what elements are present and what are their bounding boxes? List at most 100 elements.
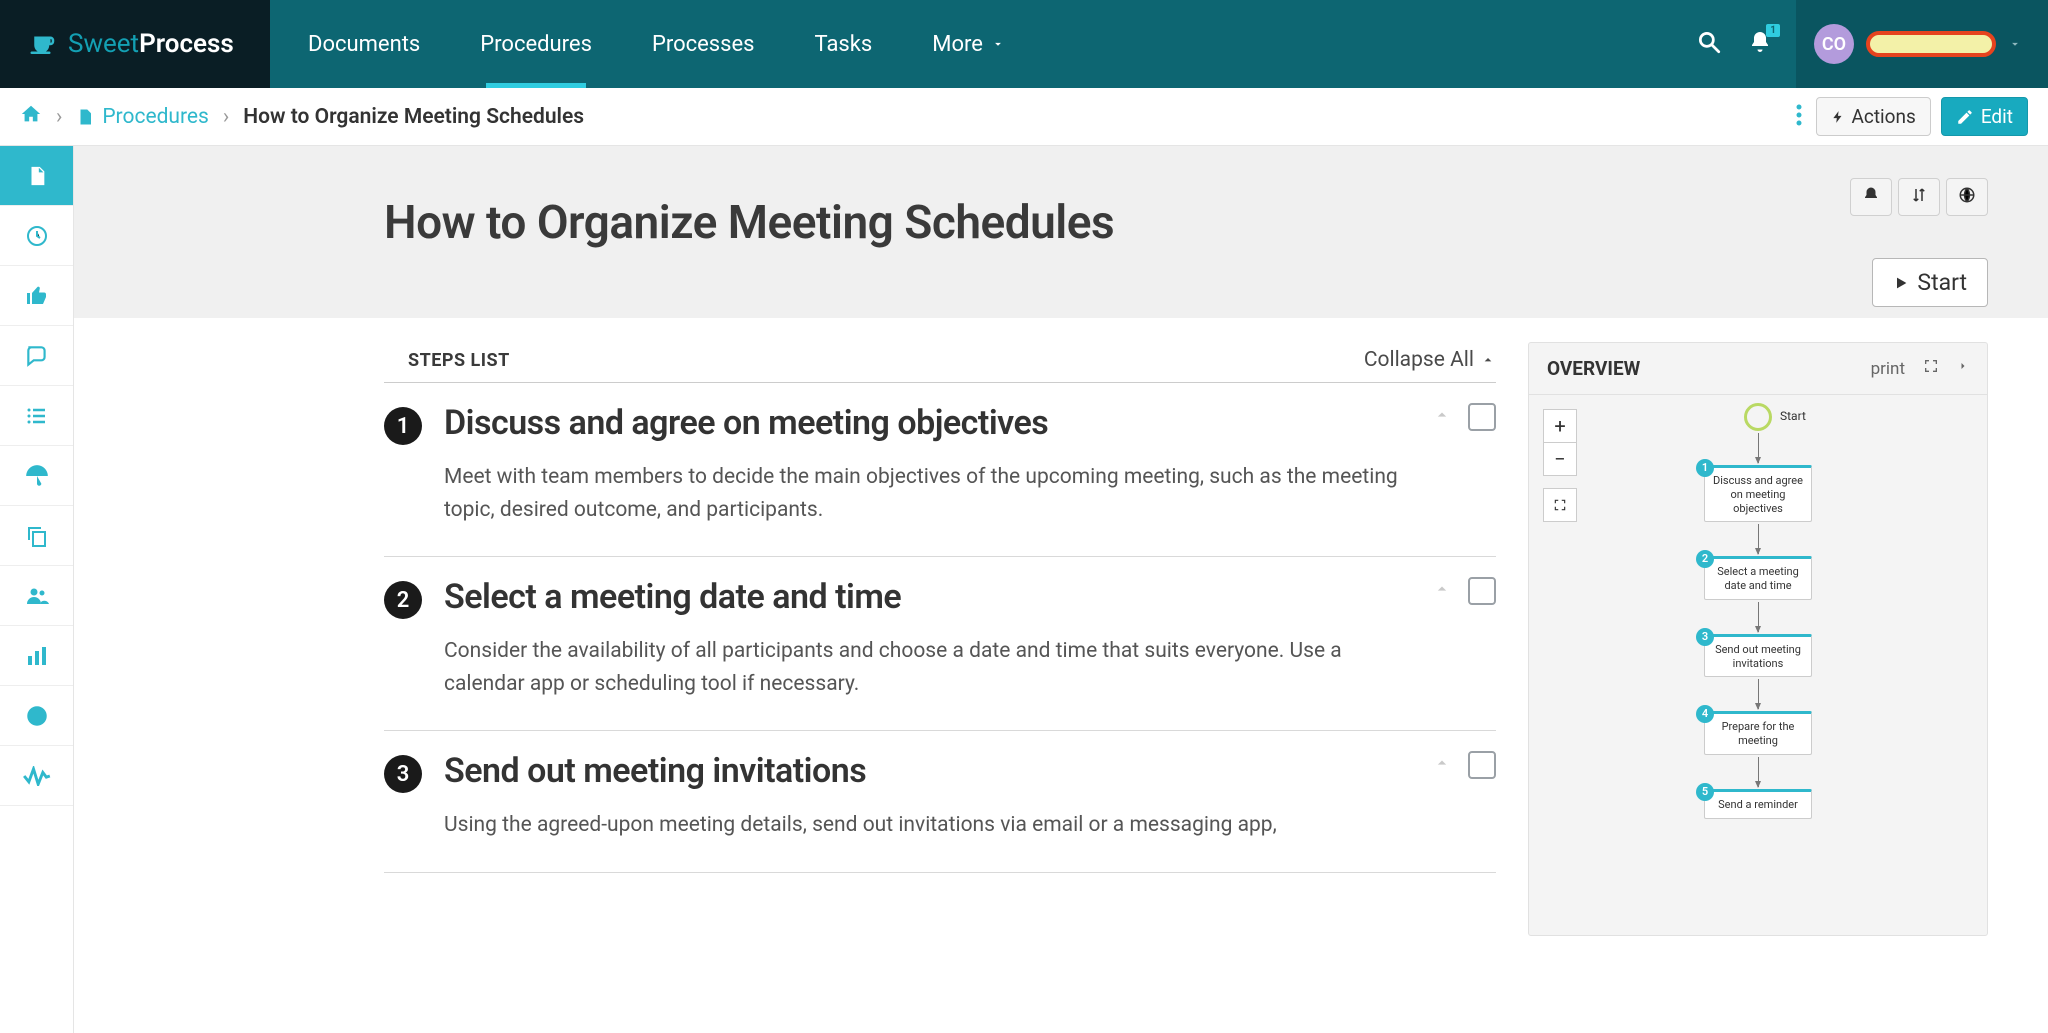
flow-node[interactable]: 4Prepare for the meeting [1704,711,1812,755]
clock-icon [25,224,49,248]
notification-badge: 1 [1766,24,1780,37]
zoom-in-button[interactable]: + [1543,409,1577,443]
notify-button[interactable] [1850,178,1892,216]
sidebar-item-team[interactable] [0,566,73,626]
users-icon [23,584,51,608]
nav-tab-procedures[interactable]: Procedures [450,0,622,88]
nav-tab-label: Documents [308,32,420,57]
flow-node[interactable]: 1Discuss and agree on meeting objectives [1704,465,1812,522]
sidebar-item-list[interactable] [0,386,73,446]
start-button[interactable]: Start [1872,258,1988,307]
search-button[interactable] [1696,29,1722,59]
flow-arrow [1758,602,1759,632]
chevron-right-icon [1957,358,1969,374]
edit-icon [1956,108,1974,126]
nav-tab-processes[interactable]: Processes [622,0,785,88]
print-button[interactable]: print [1871,359,1905,379]
collapse-step-button[interactable] [1432,579,1452,603]
nav-tab-label: Processes [652,32,755,57]
chevron-up-icon [1432,405,1452,425]
step-title: Select a meeting date and time [444,577,1426,617]
chevron-up-icon [1432,753,1452,773]
top-nav: SweetProcess Documents Procedures Proces… [0,0,2048,88]
share-button[interactable] [1946,178,1988,216]
sidebar-item-settings[interactable] [0,686,73,746]
search-icon [1696,29,1722,55]
sidebar-item-activity[interactable] [0,746,73,806]
bell-icon [1862,186,1880,204]
sidebar-item-copy[interactable] [0,506,73,566]
sidebar-item-stats[interactable] [0,626,73,686]
user-menu[interactable]: CO [1796,0,2048,88]
nav-tab-documents[interactable]: Documents [278,0,450,88]
breadcrumb-procedures-link[interactable]: Procedures [76,105,209,129]
steps-column: STEPS LIST Collapse All 1 Discuss and ag… [384,342,1496,936]
step-checkbox[interactable] [1468,577,1496,605]
chat-icon [24,343,50,369]
actions-button[interactable]: Actions [1816,97,1931,136]
notifications-button[interactable]: 1 [1748,30,1772,58]
step-description: Meet with team members to decide the mai… [444,461,1426,526]
gear-icon [24,703,50,729]
subheader-actions: Actions Edit [1792,97,2029,136]
breadcrumb-current: How to Organize Meeting Schedules [243,105,584,129]
play-icon [1893,275,1909,291]
flow-arrow [1758,757,1759,787]
logo[interactable]: SweetProcess [0,29,270,59]
sidebar-item-comments[interactable] [0,326,73,386]
collapse-step-button[interactable] [1432,405,1452,429]
step-title: Discuss and agree on meeting objectives [444,403,1426,443]
sidebar-item-history[interactable] [0,206,73,266]
left-sidebar [0,146,74,1033]
collapse-step-button[interactable] [1432,753,1452,777]
flow-arrow [1758,524,1759,554]
overview-panel: OVERVIEW print + − [1528,342,1988,936]
sort-button[interactable] [1898,178,1940,216]
sidebar-item-approve[interactable] [0,266,73,326]
hero-tool-buttons [1850,178,1988,216]
sidebar-item-document[interactable] [0,146,73,206]
steps-list-title: STEPS LIST [408,350,510,371]
content: How to Organize Meeting Schedules Start … [0,146,2048,1033]
collapse-all-button[interactable]: Collapse All [1364,348,1496,372]
next-button[interactable] [1957,358,1969,379]
expand-icon [1923,358,1939,374]
breadcrumb-home[interactable] [20,103,42,131]
flow-start-node[interactable] [1744,403,1772,431]
zoom-out-button[interactable]: − [1543,442,1577,476]
flow-arrow [1758,433,1759,463]
list-icon [25,404,49,428]
flow-node[interactable]: 5Send a reminder [1704,789,1812,819]
step-checkbox[interactable] [1468,751,1496,779]
overview-title: OVERVIEW [1547,357,1853,380]
nav-tab-more[interactable]: More [902,0,1035,88]
overview-body: + − Start 1Discuss and agree on meeting … [1529,395,1987,935]
main: How to Organize Meeting Schedules Start … [74,146,2048,1033]
sort-icon [1910,186,1928,204]
bar-chart-icon [25,644,49,668]
flowchart: Start 1Discuss and agree on meeting obje… [1704,403,1812,819]
sidebar-item-permissions[interactable] [0,446,73,506]
logo-text-bold: Process [139,29,234,59]
cup-icon [28,29,58,59]
breadcrumb-link-label: Procedures [102,105,209,129]
flow-node-number: 3 [1696,628,1714,646]
breadcrumb: › Procedures › How to Organize Meeting S… [20,103,1792,131]
step-checkbox[interactable] [1468,403,1496,431]
nav-tab-tasks[interactable]: Tasks [785,0,903,88]
edit-button[interactable]: Edit [1941,97,2028,136]
zoom-fit-button[interactable] [1543,488,1577,522]
flow-node-number: 1 [1696,459,1714,477]
flow-node[interactable]: 3Send out meeting invitations [1704,634,1812,678]
fullscreen-button[interactable] [1923,358,1939,379]
lightning-icon [1831,108,1845,126]
step-number: 2 [384,581,422,619]
file-icon [76,106,94,128]
flow-node[interactable]: 2Select a meeting date and time [1704,556,1812,600]
overview-column: OVERVIEW print + − [1528,342,1988,936]
more-options-button[interactable] [1792,99,1806,135]
flow-start-label: Start [1780,409,1806,423]
fit-icon [1553,498,1567,512]
step: 1 Discuss and agree on meeting objective… [384,383,1496,557]
flow-arrow [1758,679,1759,709]
